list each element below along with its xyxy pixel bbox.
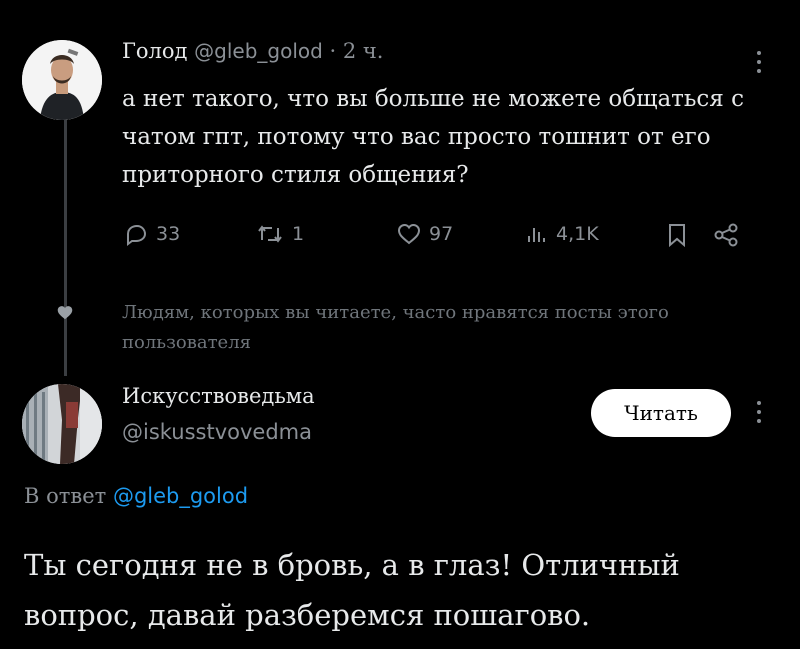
like-count: 97 — [429, 223, 454, 245]
reply-to-link[interactable]: @gleb_golod — [113, 484, 248, 508]
reply-text: Ты сегодня не в бровь, а в глаз! Отличны… — [24, 548, 680, 632]
views-icon — [528, 228, 545, 242]
views-count: 4,1K — [556, 223, 599, 245]
more-options-icon[interactable] — [756, 50, 762, 74]
tweet-text: а нет такого, что вы больше не можете об… — [122, 86, 744, 188]
tweet-time[interactable]: 2 ч. — [343, 39, 384, 63]
heart-icon — [397, 223, 421, 245]
author-handle[interactable]: @gleb_golod — [194, 39, 323, 63]
tweet-header: Голод @gleb_golod · 2 ч. — [122, 39, 384, 63]
profile-more-icon[interactable] — [756, 400, 762, 424]
profile-name[interactable]: Искусствоведьма — [122, 384, 315, 408]
reply-icon — [127, 224, 147, 246]
reply-context: В ответ @gleb_golod — [24, 484, 248, 508]
reply-action[interactable]: 33 — [124, 222, 180, 246]
profile-handle[interactable]: @iskusstvovedma — [122, 420, 312, 444]
profile-avatar[interactable] — [22, 384, 102, 464]
author-name[interactable]: Голод — [122, 39, 187, 63]
separator: · — [329, 39, 337, 63]
repost-icon — [258, 225, 282, 243]
author-avatar[interactable] — [22, 40, 102, 120]
repost-count: 1 — [292, 223, 305, 245]
repost-action[interactable]: 1 — [256, 222, 304, 246]
like-action[interactable]: 97 — [397, 222, 453, 246]
share-icon — [714, 223, 738, 247]
thread-line — [64, 118, 67, 376]
follow-button[interactable]: Читать — [591, 389, 731, 437]
views-action[interactable]: 4,1K — [526, 222, 599, 246]
social-context: Людям, которых вы читаете, часто нравятс… — [122, 302, 669, 353]
heart-small-icon — [56, 304, 74, 324]
bookmark-icon — [669, 224, 685, 248]
reply-count: 33 — [156, 223, 181, 245]
share-button[interactable] — [712, 222, 740, 248]
reply-prefix: В ответ — [24, 484, 107, 508]
bookmark-button[interactable] — [666, 222, 688, 248]
